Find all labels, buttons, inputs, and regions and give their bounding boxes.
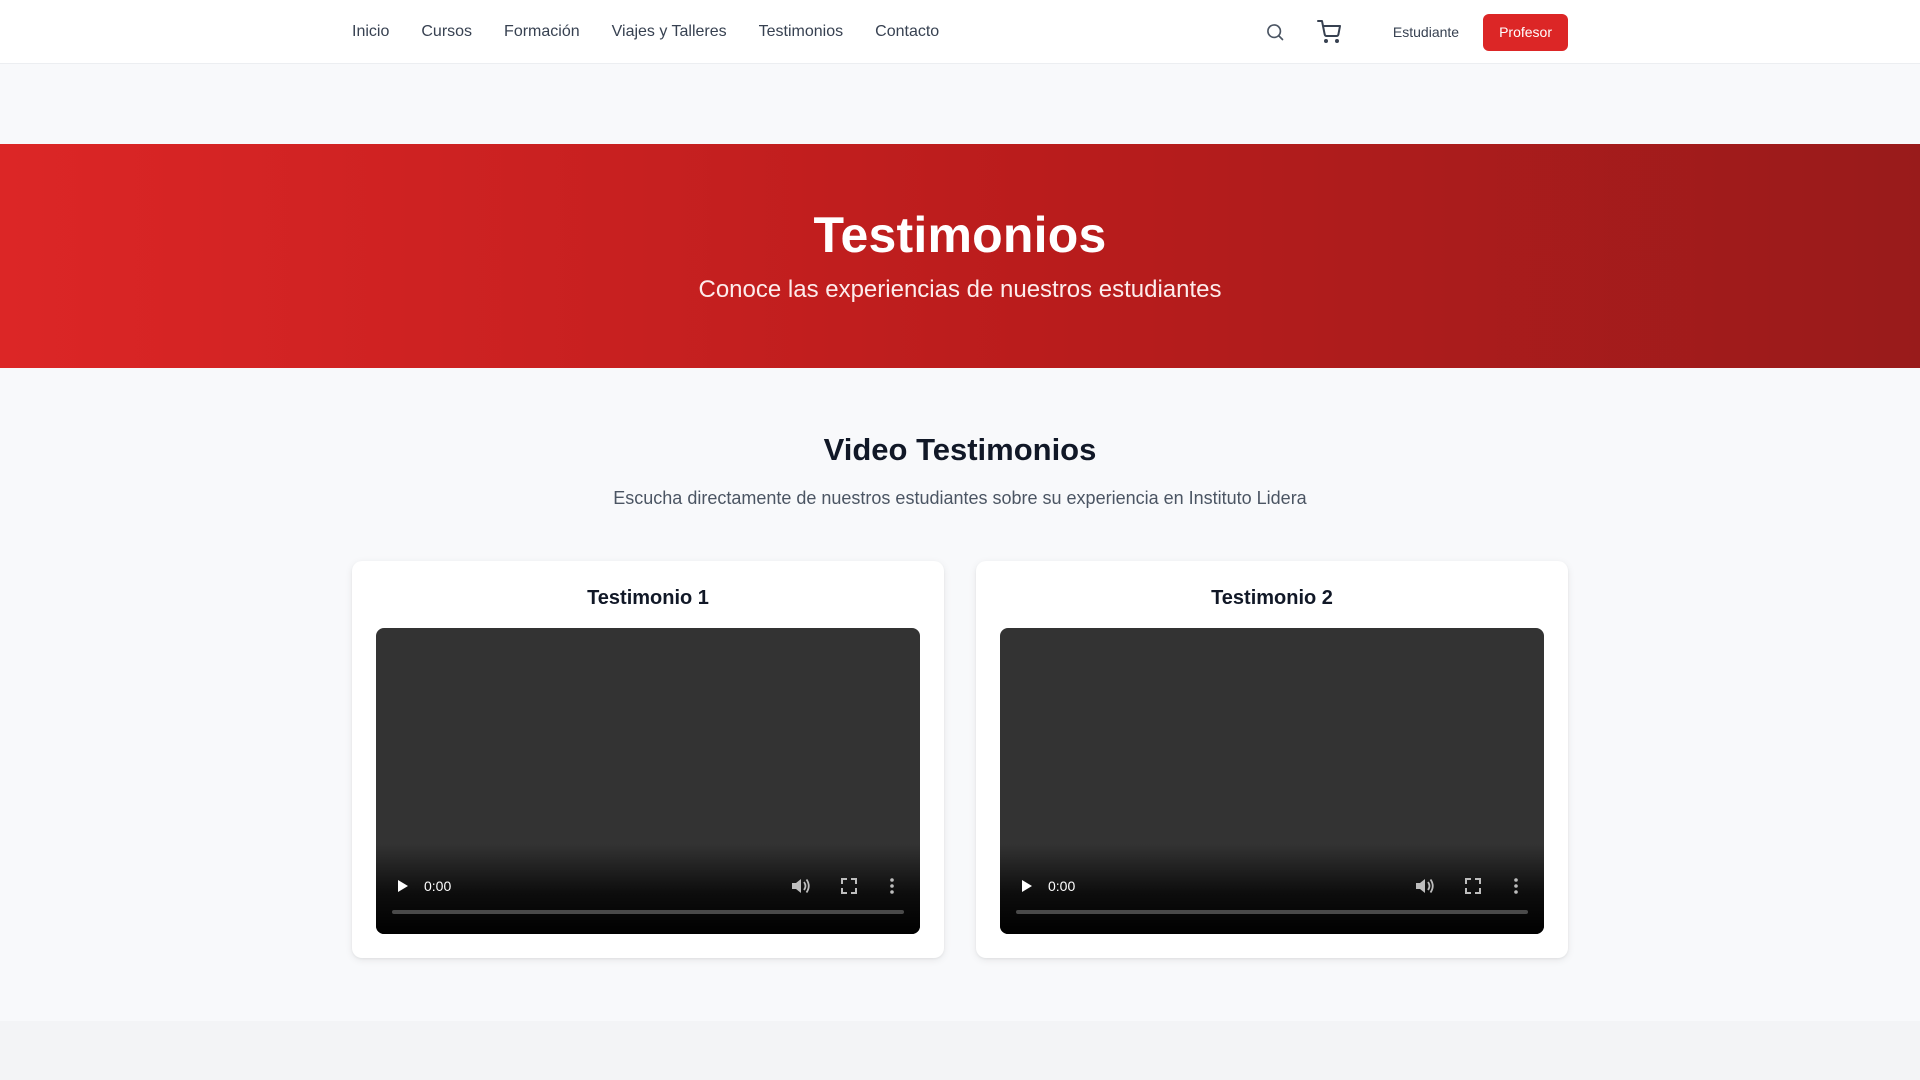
footer-band [0,1021,1920,1080]
video-player[interactable]: 0:00 [1000,628,1544,934]
nav-actions: Estudiante Profesor [1255,0,1568,64]
video-section-title: Video Testimonios [823,432,1097,467]
hero-banner: Testimonios Conoce las experiencias de n… [0,144,1920,368]
testimonial-title: Testimonio 2 [1211,587,1333,609]
nav-link-contacto[interactable]: Contacto [875,23,939,41]
fullscreen-icon[interactable] [839,876,859,896]
main-nav: Inicio Cursos Formación Viajes y Tallere… [352,0,939,64]
nav-link-viajes-talleres[interactable]: Viajes y Talleres [612,23,727,41]
more-options-icon[interactable] [1510,876,1522,896]
testimonial-title: Testimonio 1 [587,587,709,609]
search-icon [1266,24,1284,41]
video-controls: 0:00 [376,854,920,934]
video-section-subtitle: Escucha directamente de nuestros estudia… [613,488,1307,508]
cart-icon [1316,20,1341,43]
testimonial-card: Testimonio 2 0:00 [976,561,1568,958]
nav-link-cursos[interactable]: Cursos [421,23,472,41]
play-icon[interactable] [1016,876,1036,896]
nav-link-formacion[interactable]: Formación [504,23,580,41]
testimonial-card: Testimonio 1 0:00 [352,561,944,958]
nav-link-testimonios[interactable]: Testimonios [759,23,843,41]
video-controls: 0:00 [1000,854,1544,934]
play-icon[interactable] [392,876,412,896]
student-login-button[interactable]: Estudiante [1379,14,1473,50]
video-player[interactable]: 0:00 [376,628,920,934]
hero-subtitle: Conoce las experiencias de nuestros estu… [698,276,1222,303]
volume-icon[interactable] [790,876,812,896]
video-time: 0:00 [424,878,452,894]
hero-title: Testimonios [813,207,1107,263]
top-navbar: Inicio Cursos Formación Viajes y Tallere… [0,0,1920,64]
cart-button[interactable] [1309,12,1349,52]
teacher-login-button[interactable]: Profesor [1483,13,1568,51]
more-options-icon[interactable] [886,876,898,896]
fullscreen-icon[interactable] [1463,876,1483,896]
search-button[interactable] [1255,12,1295,52]
nav-link-inicio[interactable]: Inicio [352,23,389,41]
video-time: 0:00 [1048,878,1076,894]
volume-icon[interactable] [1414,876,1436,896]
video-progress-bar[interactable] [1016,910,1528,914]
video-progress-bar[interactable] [392,910,904,914]
